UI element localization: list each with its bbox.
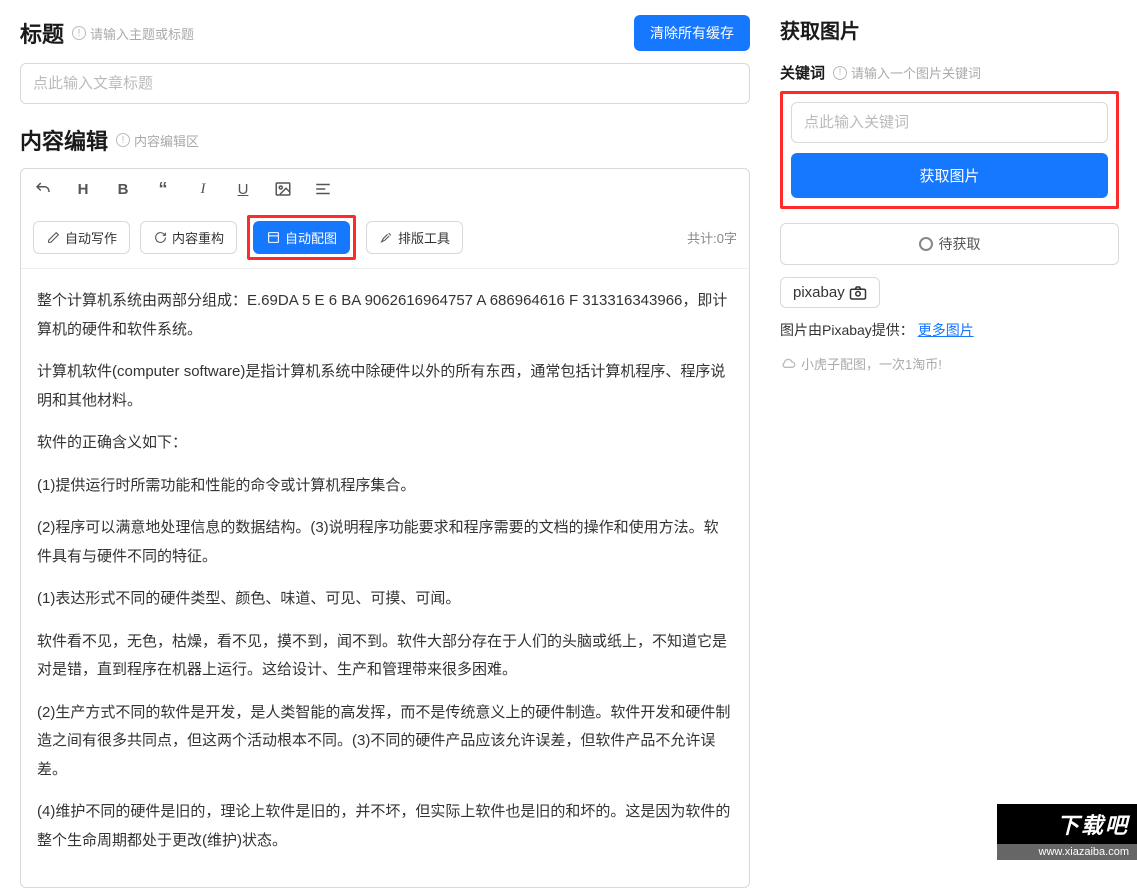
underline-icon[interactable]: U — [233, 179, 253, 199]
main-panel: 标题 ! 请输入主题或标题 清除所有缓存 内容编辑 ! 内容编辑区 H B — [0, 0, 770, 860]
paragraph: 整个计算机系统由两部分组成：E.69DA 5 E 6 BA 9062616964… — [37, 287, 733, 344]
title-label: 标题 — [20, 17, 64, 49]
keyword-hint: ! 请输入一个图片关键词 — [833, 63, 981, 82]
layout-tool-button[interactable]: 排版工具 — [366, 221, 463, 254]
title-input[interactable] — [20, 63, 750, 104]
auto-image-highlight: 自动配图 — [247, 215, 356, 260]
credit-line: 图片由Pixabay提供： 更多图片 — [780, 320, 1119, 340]
circle-icon — [919, 237, 933, 251]
image-icon[interactable] — [273, 179, 293, 199]
keyword-highlight: 获取图片 — [780, 91, 1119, 209]
italic-icon[interactable]: I — [193, 179, 213, 199]
undo-icon[interactable] — [33, 179, 53, 199]
content-hint: ! 内容编辑区 — [116, 131, 199, 150]
paragraph: (1)表达形式不同的硬件类型、颜色、味道、可见、可摸、可闻。 — [37, 585, 733, 614]
info-icon: ! — [116, 133, 130, 147]
watermark-url: www.xiazaiba.com — [997, 844, 1137, 860]
word-count: 共计:0字 — [687, 228, 737, 247]
content-header: 内容编辑 ! 内容编辑区 — [20, 124, 750, 156]
info-icon: ! — [72, 26, 86, 40]
bold-icon[interactable]: B — [113, 179, 133, 199]
info-icon: ! — [833, 66, 847, 80]
align-icon[interactable] — [313, 179, 333, 199]
paragraph: (1)提供运行时所需功能和性能的命令或计算机程序集合。 — [37, 472, 733, 501]
auto-write-button[interactable]: 自动写作 — [33, 221, 130, 254]
paragraph: (2)生产方式不同的软件是开发，是人类智能的高发挥，而不是传统意义上的硬件制造。… — [37, 699, 733, 785]
more-images-link[interactable]: 更多图片 — [918, 322, 974, 338]
clear-cache-button[interactable]: 清除所有缓存 — [634, 15, 750, 51]
tip-line: 小虎子配图，一次1淘币! — [780, 354, 1119, 373]
sidebar-panel: 获取图片 关键词 ! 请输入一个图片关键词 获取图片 待获取 pixabay 图… — [770, 0, 1137, 860]
watermark: 下载吧 www.xiazaiba.com — [997, 804, 1137, 860]
quote-icon[interactable]: “ — [153, 179, 173, 199]
title-hint: ! 请输入主题或标题 — [72, 24, 194, 43]
camera-icon — [849, 286, 867, 300]
paragraph: 软件看不见，无色，枯燥，看不见，摸不到，闻不到。软件大部分存在于人们的头脑或纸上… — [37, 628, 733, 685]
auto-image-button[interactable]: 自动配图 — [253, 221, 350, 254]
keyword-label: 关键词 — [780, 62, 825, 83]
paragraph: 软件的正确含义如下： — [37, 429, 733, 458]
restructure-button[interactable]: 内容重构 — [140, 221, 237, 254]
pencil-icon — [46, 231, 60, 245]
editor-content[interactable]: 整个计算机系统由两部分组成：E.69DA 5 E 6 BA 9062616964… — [21, 269, 749, 887]
cloud-icon — [780, 358, 796, 370]
layout-icon — [266, 231, 280, 245]
tool-icon — [379, 231, 393, 245]
pending-badge: 待获取 — [780, 223, 1119, 265]
title-header: 标题 ! 请输入主题或标题 清除所有缓存 — [20, 15, 750, 51]
editor-toolbar: H B “ I U 自动写作 — [21, 169, 749, 269]
watermark-text: 下载吧 — [997, 804, 1137, 844]
paragraph: (4)维护不同的硬件是旧的，理论上软件是旧的，并不坏，但实际上软件也是旧的和坏的… — [37, 798, 733, 855]
paragraph: (2)程序可以满意地处理信息的数据结构。(3)说明程序功能要求和程序需要的文档的… — [37, 514, 733, 571]
heading-icon[interactable]: H — [73, 179, 93, 199]
content-label: 内容编辑 — [20, 124, 108, 156]
editor-box: H B “ I U 自动写作 — [20, 168, 750, 888]
keyword-label-row: 关键词 ! 请输入一个图片关键词 — [780, 62, 1119, 83]
refresh-icon — [153, 231, 167, 245]
paragraph: 计算机软件(computer software)是指计算机系统中除硬件以外的所有… — [37, 358, 733, 415]
pixabay-badge[interactable]: pixabay — [780, 277, 880, 308]
fetch-image-button[interactable]: 获取图片 — [791, 153, 1108, 198]
keyword-input[interactable] — [791, 102, 1108, 143]
sidebar-title: 获取图片 — [780, 15, 1119, 44]
